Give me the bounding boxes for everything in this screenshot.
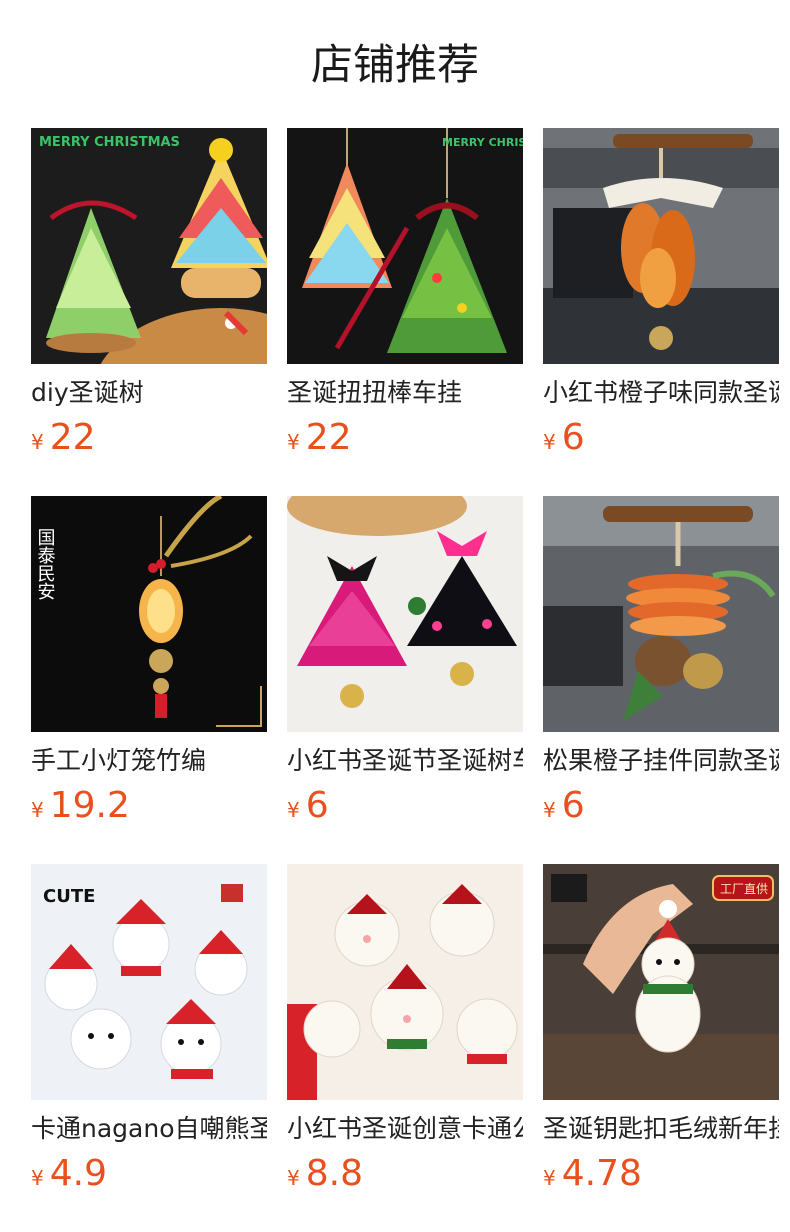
- product-price: ¥4.78: [543, 1156, 779, 1196]
- product-card[interactable]: 国泰民安 手工小灯笼竹编 ¥19.2: [31, 496, 267, 828]
- felt-tree-ornament-icon: [287, 496, 523, 732]
- product-image[interactable]: 工厂直供: [543, 864, 779, 1100]
- price-value: 6: [305, 785, 329, 826]
- pinecone-orange-hanger-icon: [543, 496, 779, 732]
- product-price: ¥19.2: [31, 788, 267, 828]
- bear-keychain-icon: 工厂直供: [543, 864, 779, 1100]
- product-name[interactable]: diy圣诞树: [31, 378, 267, 408]
- image-caption: CUTE: [43, 886, 95, 907]
- image-caption: MERRY CHRISTMAS: [442, 136, 523, 149]
- page-title: 店铺推荐: [310, 40, 479, 89]
- currency-symbol: ¥: [31, 430, 44, 454]
- product-image[interactable]: [543, 496, 779, 732]
- product-card[interactable]: 小红书橙子味同款圣诞 ¥6: [543, 128, 779, 460]
- product-price: ¥6: [543, 420, 779, 460]
- product-price: ¥8.8: [287, 1156, 523, 1196]
- product-image[interactable]: 国泰民安: [31, 496, 267, 732]
- currency-symbol: ¥: [287, 798, 300, 822]
- product-card[interactable]: 小红书圣诞创意卡通公仔 ¥8.8: [287, 864, 523, 1196]
- price-value: 6: [561, 417, 585, 458]
- lantern-icon: 国泰民安: [31, 496, 267, 732]
- orange-car-hanger-icon: [543, 128, 779, 364]
- product-image[interactable]: [287, 864, 523, 1100]
- product-price: ¥6: [543, 788, 779, 828]
- product-name[interactable]: 手工小灯笼竹编: [31, 746, 267, 776]
- product-card[interactable]: CUTE 卡通nagano自嘲熊圣诞 ¥4.9: [31, 864, 267, 1196]
- christmas-tree-ornament-icon: MERRY CHRISTMAS: [287, 128, 523, 364]
- currency-symbol: ¥: [287, 430, 300, 454]
- product-grid: MERRY CHRISTMAS diy圣诞树 ¥22 MERRY CHRIS 圣…: [31, 128, 780, 1208]
- price-value: 22: [305, 417, 352, 458]
- product-name[interactable]: 松果橙子挂件同款圣诞: [543, 746, 779, 776]
- currency-symbol: ¥: [287, 1166, 300, 1190]
- product-card[interactable]: MERRY CHRISTMAS diy圣诞树 ¥22: [31, 128, 267, 460]
- price-value: 4.9: [49, 1153, 107, 1194]
- currency-symbol: ¥: [543, 798, 556, 822]
- product-name[interactable]: 圣诞扭扭棒车挂: [287, 378, 523, 408]
- price-value: 22: [49, 417, 96, 458]
- christmas-tree-craft-icon: MERRY CHRISTMAS: [31, 128, 267, 364]
- sheep-plush-icon: [287, 864, 523, 1100]
- currency-symbol: ¥: [543, 1166, 556, 1190]
- price-value: 6: [561, 785, 585, 826]
- product-name[interactable]: 圣诞钥匙扣毛绒新年挂件: [543, 1114, 779, 1144]
- product-image[interactable]: CUTE: [31, 864, 267, 1100]
- product-price: ¥22: [31, 420, 267, 460]
- currency-symbol: ¥: [31, 798, 44, 822]
- product-card[interactable]: 工厂直供 圣诞钥匙扣毛绒新年挂件 ¥4.78: [543, 864, 779, 1196]
- image-caption: MERRY CHRISTMAS: [39, 135, 180, 150]
- product-image[interactable]: [543, 128, 779, 364]
- currency-symbol: ¥: [543, 430, 556, 454]
- price-value: 19.2: [49, 785, 130, 826]
- product-image[interactable]: [287, 496, 523, 732]
- product-price: ¥22: [287, 420, 523, 460]
- product-image[interactable]: MERRY CHRISTMAS: [31, 128, 267, 364]
- product-card[interactable]: 松果橙子挂件同款圣诞 ¥6: [543, 496, 779, 828]
- product-name[interactable]: 卡通nagano自嘲熊圣诞: [31, 1114, 267, 1144]
- product-price: ¥4.9: [31, 1156, 267, 1196]
- product-card[interactable]: MERRY CHRISTMAS 圣诞扭扭棒车挂 ¥22: [287, 128, 523, 460]
- product-name[interactable]: 小红书圣诞创意卡通公仔: [287, 1114, 523, 1144]
- currency-symbol: ¥: [31, 1166, 44, 1190]
- product-image[interactable]: MERRY CHRISTMAS: [287, 128, 523, 364]
- product-name[interactable]: 小红书圣诞节圣诞树车挂: [287, 746, 523, 776]
- price-value: 4.78: [561, 1153, 642, 1194]
- product-name[interactable]: 小红书橙子味同款圣诞: [543, 378, 779, 408]
- price-value: 8.8: [305, 1153, 363, 1194]
- image-caption: 工厂直供: [720, 882, 768, 896]
- product-card[interactable]: 小红书圣诞节圣诞树车挂 ¥6: [287, 496, 523, 828]
- product-price: ¥6: [287, 788, 523, 828]
- bear-plush-icon: CUTE: [31, 864, 267, 1100]
- image-caption: 国泰民安: [35, 528, 56, 600]
